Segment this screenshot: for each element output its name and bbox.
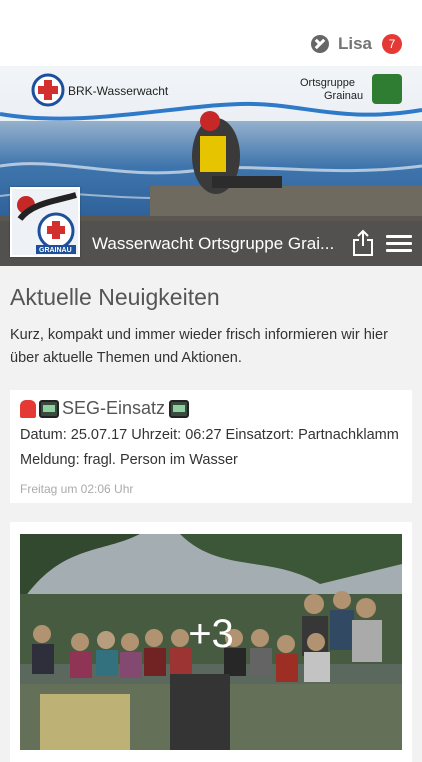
- user-menu[interactable]: Lisa 7: [310, 32, 402, 56]
- hamburger-menu-icon[interactable]: [386, 235, 412, 253]
- post-text-line-1: Datum: 25.07.17 Uhrzeit: 06:27 Einsatzor…: [20, 427, 399, 443]
- post-header: SEG-Einsatz: [20, 398, 192, 419]
- photo-post-card[interactable]: +3: [10, 522, 412, 762]
- share-icon[interactable]: [352, 229, 374, 257]
- cover-right-logo-line2: Grainau: [324, 90, 363, 102]
- section-title: Aktuelle Neuigkeiten: [10, 284, 220, 310]
- app-logo-icon: [310, 35, 329, 53]
- profile-picture[interactable]: GRAINAU: [10, 187, 80, 257]
- more-photos-count[interactable]: +3: [20, 612, 402, 657]
- section-description: Kurz, kompakt und immer wieder frisch in…: [10, 327, 388, 366]
- cover-right-logo-line1: Ortsgruppe: [300, 77, 355, 89]
- post-text-line-2: Meldung: fragl. Person im Wasser: [20, 452, 238, 468]
- group-photo[interactable]: +3: [20, 534, 402, 750]
- profile-label: GRAINAU: [39, 247, 72, 254]
- user-name[interactable]: Lisa: [338, 34, 372, 54]
- cover-left-logo-text: BRK-Wasserwacht: [68, 84, 169, 98]
- pager-icon: [39, 399, 59, 418]
- post-title: SEG-Einsatz: [62, 398, 166, 418]
- post-timestamp: Freitag um 02:06 Uhr: [20, 482, 134, 496]
- pager-icon: [169, 399, 190, 418]
- notification-badge[interactable]: 7: [382, 34, 402, 54]
- page-title[interactable]: Wasserwacht Ortsgruppe Grai...: [92, 234, 342, 254]
- siren-icon: [20, 399, 36, 418]
- top-bar: Lisa 7: [0, 0, 422, 66]
- news-post-card[interactable]: SEG-Einsatz Datum: 25.07.17 Uhrzeit: 06:…: [10, 390, 412, 503]
